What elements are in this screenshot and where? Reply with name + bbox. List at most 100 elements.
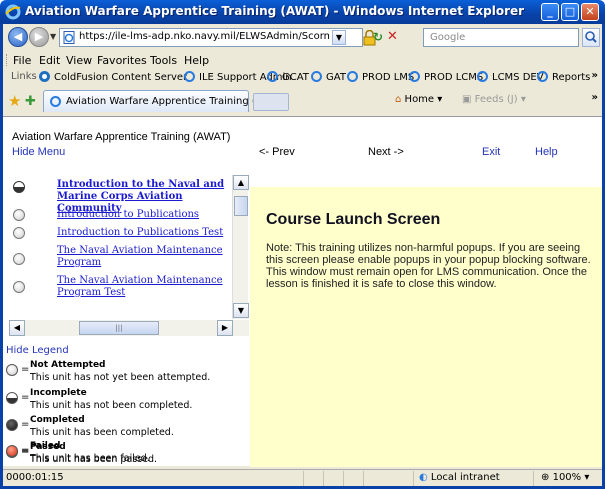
menu-bar: File Edit View Favorites Tools Help <box>3 52 602 68</box>
commands-overflow-chevron-icon[interactable]: » <box>592 92 598 103</box>
forward-button[interactable]: ▶ <box>29 27 49 47</box>
menu-favorites[interactable]: Favorites <box>97 54 147 67</box>
menu-file[interactable]: File <box>13 54 31 67</box>
intranet-icon: ◐ <box>419 472 428 483</box>
home-icon: ⌂ <box>395 94 402 105</box>
next-link[interactable]: Next -> <box>368 146 404 158</box>
legend-item: = Incomplete This unit has not been comp… <box>6 388 246 414</box>
ie-page-icon <box>311 71 322 82</box>
toc-link[interactable]: The Naval Aviation Maintenance Program <box>57 245 232 269</box>
links-overflow-chevron-icon[interactable]: » <box>592 70 598 81</box>
content-note: Note: This training utilizes non-harmful… <box>266 242 591 290</box>
link-lcms-dev[interactable]: LCMS DEV <box>476 70 544 84</box>
toc-link[interactable]: The Naval Aviation Maintenance Program T… <box>57 275 232 299</box>
scroll-thumb[interactable] <box>234 196 248 216</box>
page-viewport: Aviation Warfare Apprentice Training (AW… <box>3 116 602 467</box>
status-divider <box>323 471 324 486</box>
home-button[interactable]: ⌂ Home ▾ <box>395 94 442 105</box>
link-gat[interactable]: GAT <box>310 70 346 84</box>
status-divider <box>303 471 304 486</box>
stop-icon[interactable]: ✕ <box>387 29 398 44</box>
window-titlebar: Aviation Warfare Apprentice Training (AW… <box>0 0 605 24</box>
security-zone[interactable]: ◐ Local intranet <box>419 472 500 483</box>
close-window-button[interactable]: ✕ <box>581 3 599 21</box>
link-gcat[interactable]: GCAT <box>266 70 309 84</box>
legend-name: Failed <box>30 441 61 451</box>
favorites-star-icon[interactable]: ★ <box>8 92 21 110</box>
legend-equals: = <box>21 364 30 375</box>
zoom-control[interactable]: ⊕ 100% ▾ <box>541 472 589 483</box>
status-time: 0000:01:15 <box>6 472 64 483</box>
status-divider <box>533 471 534 486</box>
address-dropdown-icon[interactable]: ▼ <box>332 30 346 45</box>
hide-menu-link[interactable]: Hide Menu <box>12 146 65 158</box>
history-dropdown-icon[interactable]: ▼ <box>50 32 56 41</box>
scroll-left-icon[interactable]: ◀ <box>9 320 25 336</box>
status-not-attempted-icon <box>13 253 25 265</box>
tab-awat[interactable]: Aviation Warfare Apprentice Training (AW… <box>43 90 287 112</box>
legend-desc: This unit has been completed. <box>30 427 174 438</box>
search-button[interactable] <box>582 28 600 47</box>
legend-name: Incomplete <box>30 388 87 398</box>
prev-link[interactable]: <- Prev <box>259 146 295 158</box>
search-icon <box>585 31 597 43</box>
internet-explorer-icon <box>5 4 21 20</box>
link-prod-lms[interactable]: PROD LMS <box>346 70 414 84</box>
legend-item: = Not Attempted This unit has not yet be… <box>6 360 246 386</box>
course-toc: Introduction to the Naval and Marine Cor… <box>9 175 249 323</box>
link-prod-lcms[interactable]: PROD LCMS <box>408 70 483 84</box>
search-input[interactable]: Google <box>423 28 579 47</box>
scroll-up-icon[interactable]: ▲ <box>233 175 249 190</box>
ie-page-icon <box>477 71 488 82</box>
legend-name: Not Attempted <box>30 360 106 370</box>
ie-page-icon <box>347 71 358 82</box>
menu-edit[interactable]: Edit <box>39 54 60 67</box>
hide-legend-link[interactable]: Hide Legend <box>6 345 69 356</box>
toc-horizontal-scrollbar[interactable]: ◀ ||| ▶ <box>9 320 249 336</box>
legend-desc: This unit has been failed. <box>30 453 150 464</box>
address-bar[interactable]: https://ile-lms-adp.nko.navy.mil/ELWSAdm… <box>59 28 376 47</box>
add-favorite-icon[interactable]: ✚ <box>25 94 36 109</box>
status-failed-icon <box>6 445 18 457</box>
menu-view[interactable]: View <box>66 54 92 67</box>
exit-link[interactable]: Exit <box>482 146 500 158</box>
browser-frame: ◀ ▶ ▼ https://ile-lms-adp.nko.navy.mil/E… <box>0 24 605 489</box>
tab-bar: ★ ✚ Aviation Warfare Apprentice Training… <box>3 88 602 114</box>
help-link[interactable]: Help <box>535 146 558 158</box>
maximize-button[interactable]: □ <box>561 3 579 21</box>
feeds-button[interactable]: ▣ Feeds (J) ▾ <box>462 94 526 105</box>
toolbar-grip[interactable] <box>6 54 8 66</box>
status-not-attempted-icon <box>13 281 25 293</box>
toc-link[interactable]: Introduction to Publications Test <box>57 227 232 239</box>
content-pane: Course Launch Screen Note: This training… <box>250 187 602 467</box>
menu-tools[interactable]: Tools <box>150 54 177 67</box>
link-reports[interactable]: Reports <box>536 70 590 84</box>
scroll-right-icon[interactable]: ▶ <box>217 320 233 336</box>
refresh-icon[interactable]: ↻ <box>373 30 383 44</box>
minimize-button[interactable]: _ <box>541 3 559 21</box>
search-placeholder: Google <box>430 32 466 43</box>
toc-link[interactable]: Introduction to Publications <box>57 209 232 221</box>
legend-item: = Failed This unit has been failed. <box>6 441 246 467</box>
page-icon <box>63 31 75 44</box>
link-coldfusion[interactable]: ColdFusion Content Server <box>38 70 187 84</box>
links-bar: Links ColdFusion Content Server ILE Supp… <box>3 68 602 86</box>
ie-page-icon <box>184 71 195 82</box>
zoom-icon: ⊕ <box>541 472 550 483</box>
menu-help[interactable]: Help <box>184 54 209 67</box>
status-bar: 0000:01:15 ◐ Local intranet ⊕ 100% ▾ <box>3 469 602 486</box>
toc-vertical-scrollbar[interactable]: ▲ ▼ <box>232 175 249 319</box>
course-title: Aviation Warfare Apprentice Training (AW… <box>12 131 231 143</box>
address-url[interactable]: https://ile-lms-adp.nko.navy.mil/ELWSAdm… <box>79 31 329 42</box>
status-divider <box>413 471 414 486</box>
address-toolbar: ◀ ▶ ▼ https://ile-lms-adp.nko.navy.mil/E… <box>3 26 602 50</box>
status-divider <box>343 471 344 486</box>
scroll-down-icon[interactable]: ▼ <box>233 303 249 318</box>
back-button[interactable]: ◀ <box>8 27 28 47</box>
new-tab-button[interactable] <box>253 93 289 111</box>
status-not-attempted-icon <box>13 227 25 239</box>
content-title: Course Launch Screen <box>266 211 441 228</box>
status-completed-icon <box>6 419 18 431</box>
scroll-thumb[interactable]: ||| <box>79 321 159 335</box>
ie-page-icon <box>409 71 420 82</box>
